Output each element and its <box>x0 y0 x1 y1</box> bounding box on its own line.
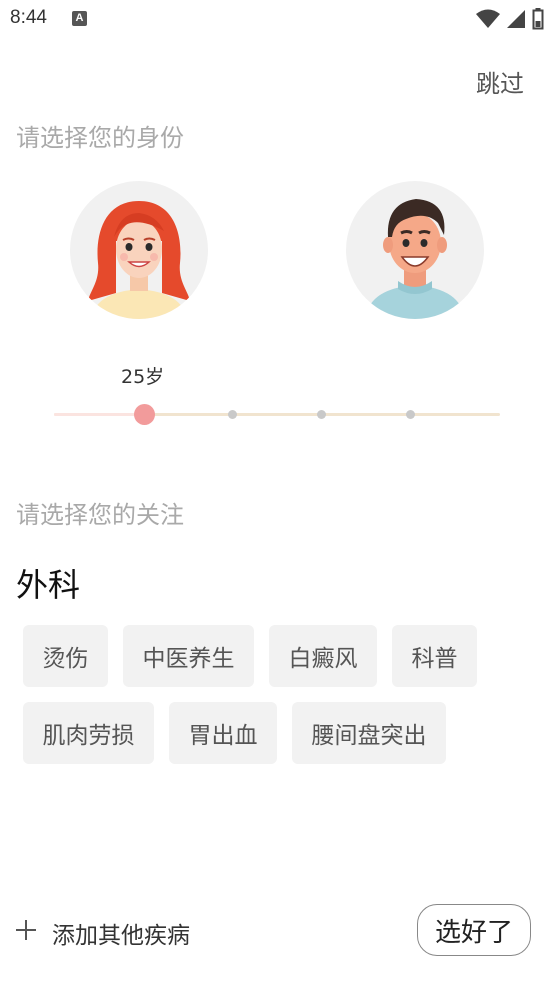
plus-icon[interactable] <box>16 920 36 940</box>
age-slider-tick[interactable] <box>317 410 326 419</box>
wifi-icon <box>476 9 500 28</box>
identity-section-title: 请选择您的身份 <box>16 124 184 152</box>
female-avatar-icon <box>88 201 190 319</box>
focus-section-title: 请选择您的关注 <box>16 501 184 529</box>
age-slider[interactable] <box>54 404 500 425</box>
next-category-title: 内科 <box>16 806 80 813</box>
tag-chip[interactable]: 烫伤 <box>23 625 108 687</box>
female-avatar-option[interactable] <box>70 181 208 319</box>
status-time: 8:44 <box>10 7 47 28</box>
notification-a-icon: A <box>72 11 87 26</box>
age-slider-fill <box>54 413 144 416</box>
category-title: 外科 <box>16 566 81 604</box>
status-icons <box>476 8 544 30</box>
done-button[interactable]: 选好了 <box>417 904 531 956</box>
age-slider-tick[interactable] <box>406 410 415 419</box>
tag-chip[interactable]: 胃出血 <box>169 702 277 764</box>
male-avatar-icon <box>366 199 464 319</box>
tag-chip[interactable]: 科普 <box>392 625 477 687</box>
add-other-disease-button[interactable]: 添加其他疾病 <box>52 916 190 950</box>
skip-button[interactable]: 跳过 <box>476 64 524 99</box>
male-avatar-option[interactable] <box>346 181 484 319</box>
tag-chip[interactable]: 肌肉劳损 <box>23 702 154 764</box>
age-label: 25岁 <box>121 366 165 388</box>
tag-chip[interactable]: 腰间盘突出 <box>292 702 446 764</box>
age-slider-thumb[interactable] <box>134 404 155 425</box>
status-bar: 8:44 A <box>0 0 554 38</box>
age-slider-tick[interactable] <box>228 410 237 419</box>
tag-chip[interactable]: 中医养生 <box>123 625 254 687</box>
battery-icon <box>532 8 544 30</box>
next-category-title-clipped: 内科 <box>16 798 136 813</box>
tag-chip[interactable]: 白癜风 <box>269 625 377 687</box>
signal-icon <box>507 10 525 28</box>
